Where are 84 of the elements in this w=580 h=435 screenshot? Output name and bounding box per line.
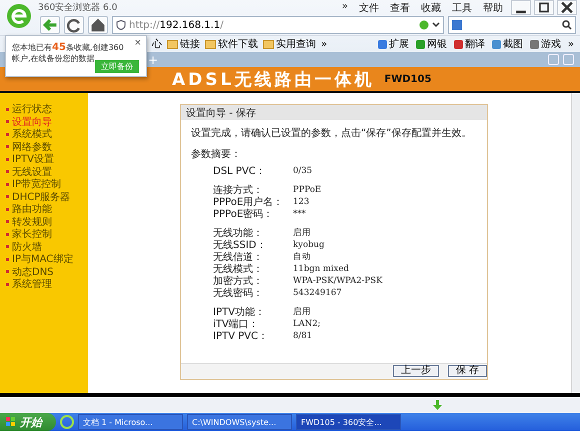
- sidebar-item[interactable]: 动态DNS: [6, 266, 88, 278]
- field-value: kyobug: [293, 240, 324, 250]
- home-icon[interactable]: [88, 16, 108, 34]
- bookmark[interactable]: 实用查询: [263, 37, 316, 51]
- back-icon[interactable]: [40, 16, 60, 34]
- field-label: PPPoE密码：: [213, 208, 274, 221]
- minimize-icon[interactable]: [511, 0, 531, 15]
- field-value: 123: [293, 197, 310, 207]
- field-label: 无线功能：: [213, 226, 264, 240]
- refresh-icon[interactable]: [64, 16, 84, 34]
- summary-label: 参数摘要：: [191, 148, 242, 161]
- model-name: FWD105: [384, 74, 432, 84]
- scrollbar[interactable]: [571, 93, 580, 393]
- bookmark[interactable]: 链接: [167, 37, 200, 51]
- field-value: 8/81: [293, 331, 312, 341]
- field-value: 启用: [293, 306, 311, 318]
- toolbar-button[interactable]: 网银: [416, 37, 447, 51]
- header-title: ADSL无线路由一体机: [172, 68, 374, 90]
- shield-icon: [116, 20, 126, 30]
- windows-logo-icon: [6, 417, 16, 427]
- sidebar-item[interactable]: 网络参数: [6, 140, 88, 153]
- toolbar-button[interactable]: 截图: [492, 37, 523, 51]
- taskbar-button[interactable]: C:\WINDOWS\syste...: [187, 414, 292, 430]
- field-value: WPA-PSK/WPA2-PSK: [293, 276, 382, 286]
- sidebar-item[interactable]: 防火墙: [6, 240, 88, 253]
- field-value: LAN2;: [293, 319, 320, 329]
- menu-item[interactable]: 帮助: [483, 0, 503, 14]
- menu-item[interactable]: 文件: [359, 0, 379, 14]
- address-bar[interactable]: http://192.168.1.1/: [112, 16, 444, 34]
- field-label: PPPoE用户名：: [213, 196, 284, 208]
- wizard-button[interactable]: 保 存: [448, 365, 487, 377]
- field-value: 543249167: [293, 288, 342, 298]
- window-title: 360安全浏览器 6.0: [38, 2, 118, 14]
- sidebar-item[interactable]: IPTV设置: [6, 153, 88, 166]
- popup-message: 您本地已有45条收藏,创建360帐户,在线备份您的数据: [12, 42, 124, 63]
- field-label: 加密方式：: [213, 274, 264, 288]
- field-label: IPTV功能：: [213, 306, 266, 318]
- wizard-button[interactable]: 上一步: [392, 365, 439, 377]
- sidebar-item[interactable]: IP与MAC绑定: [6, 253, 88, 266]
- field-value: PPPoE: [293, 185, 322, 195]
- intro-text: 设置完成，请确认已设置的参数，点击“保存”保存配置并生效。: [191, 126, 472, 140]
- menu-item[interactable]: 工具: [452, 0, 472, 14]
- taskbar-button[interactable]: 文档 1 - Microso...: [78, 414, 183, 430]
- sidebar-item[interactable]: 家长控制: [6, 228, 88, 240]
- field-label: 无线模式：: [213, 262, 264, 276]
- field-value: 11bgn mixed: [293, 264, 349, 274]
- dropdown-icon[interactable]: [432, 21, 440, 29]
- sidebar-item[interactable]: 系统模式: [6, 128, 88, 140]
- sidebar-item[interactable]: 路由功能: [6, 203, 88, 216]
- maximize-icon[interactable]: [534, 0, 554, 15]
- browser-logo-icon: [6, 3, 32, 29]
- field-label: 无线信道：: [213, 250, 264, 264]
- field-value: 启用: [293, 227, 311, 239]
- search-field[interactable]: [448, 16, 576, 34]
- close-icon[interactable]: [557, 0, 577, 15]
- sidebar-item[interactable]: DHCP服务器: [6, 190, 88, 203]
- sidebar-item[interactable]: 无线设置: [6, 166, 88, 178]
- field-value: 自动: [293, 251, 311, 263]
- search-icon[interactable]: [562, 20, 572, 30]
- field-label: 无线SSID：: [213, 238, 268, 252]
- field-label: DSL PVC：: [213, 165, 267, 178]
- bookmark[interactable]: 心: [152, 37, 162, 51]
- sidebar-item[interactable]: IP带宽控制: [6, 178, 88, 190]
- menu-item[interactable]: »: [342, 0, 348, 14]
- panel-title: 设置向导 - 保存: [181, 105, 487, 120]
- menu-item[interactable]: 查看: [390, 0, 410, 14]
- toolbar-button[interactable]: 扩展: [378, 37, 409, 51]
- taskbar-button[interactable]: FWD105 - 360安全...: [296, 414, 401, 430]
- toolbar-button[interactable]: 翻译: [454, 37, 485, 51]
- toolbar-button[interactable]: 游戏: [530, 37, 561, 51]
- sidebar-item[interactable]: 系统管理: [6, 278, 88, 290]
- sidebar-item[interactable]: 转发规则: [6, 216, 88, 228]
- field-value: 0/35: [293, 166, 312, 176]
- field-label: IPTV PVC：: [213, 330, 269, 343]
- start-button[interactable]: 开始: [0, 413, 56, 431]
- field-label: iTV端口：: [213, 318, 260, 331]
- sidebar-item[interactable]: 运行状态: [6, 103, 88, 116]
- field-value: ***: [293, 209, 306, 219]
- field-label: 无线密码：: [213, 286, 264, 300]
- more-bookmarks[interactable]: »: [321, 38, 328, 50]
- menu-item[interactable]: 收藏: [421, 0, 441, 14]
- more-tools[interactable]: »: [568, 38, 574, 50]
- field-label: 连接方式：: [213, 184, 264, 196]
- bookmark[interactable]: 软件下载: [205, 37, 258, 51]
